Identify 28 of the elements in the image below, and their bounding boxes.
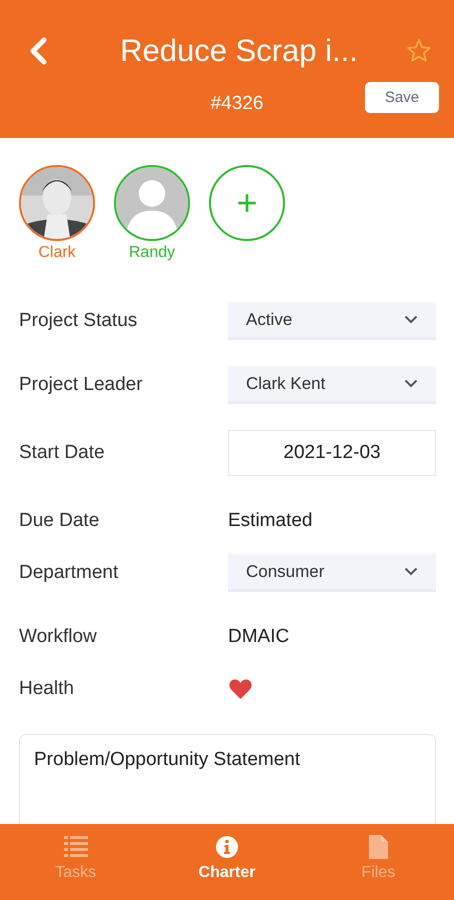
- field-value: DMAIC: [228, 626, 290, 648]
- field-label: Workflow: [19, 626, 98, 648]
- chevron-down-icon: [404, 315, 418, 324]
- star-icon[interactable]: [406, 38, 432, 64]
- member-name: Clark: [38, 244, 76, 262]
- project-number: #4326: [210, 93, 264, 115]
- date-field[interactable]: 2021-12-03: [228, 430, 436, 476]
- field-label: Project Leader: [19, 374, 144, 396]
- field-value: Estimated: [228, 510, 312, 532]
- dropdown[interactable]: Active: [228, 302, 436, 340]
- field-label: Department: [19, 562, 120, 584]
- save-button[interactable]: Save: [365, 82, 439, 113]
- list-icon: [64, 834, 88, 860]
- page-title: Reduce Scrap i...: [119, 33, 359, 69]
- tab[interactable]: Charter: [151, 824, 303, 900]
- chevron-down-icon: [404, 567, 418, 576]
- field-label: Project Status: [19, 310, 138, 332]
- field-label: Due Date: [19, 510, 100, 532]
- card-title: Problem/Opportunity Statement: [34, 749, 302, 771]
- info-icon: [214, 834, 239, 860]
- field-label: Health: [19, 678, 75, 700]
- heart-icon: [228, 678, 253, 700]
- field-label: Start Date: [19, 442, 106, 464]
- dropdown[interactable]: Consumer: [228, 554, 436, 592]
- member-name: Randy: [128, 244, 176, 262]
- file-icon: [366, 834, 390, 860]
- dropdown[interactable]: Clark Kent: [228, 366, 436, 404]
- chevron-down-icon: [404, 379, 418, 388]
